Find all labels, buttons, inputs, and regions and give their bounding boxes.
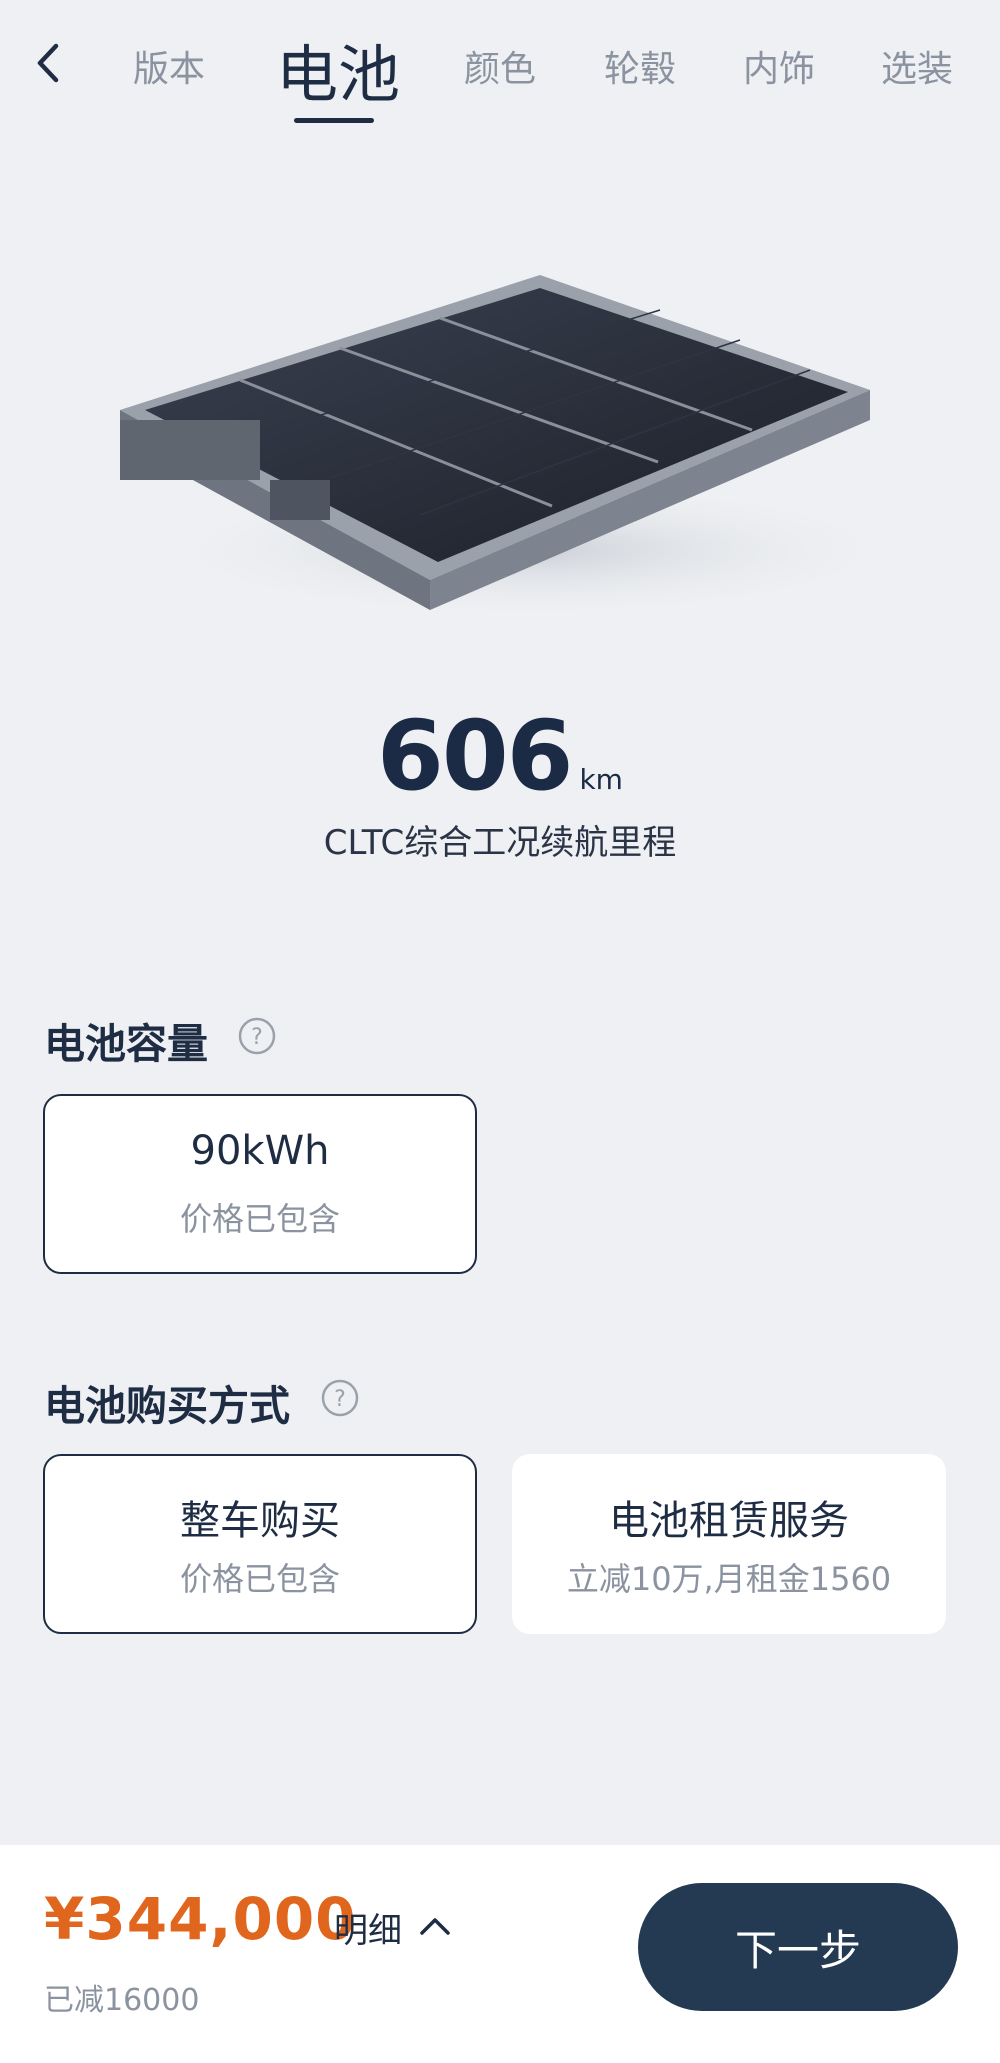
capacity-help-icon[interactable]: ? <box>237 1016 277 1056</box>
chevron-up-icon[interactable] <box>418 1911 452 1941</box>
purchase-option-subtitle: 立减10万,月租金1560 <box>566 1560 892 1598</box>
back-icon[interactable] <box>30 38 70 88</box>
capacity-option-title: 90kWh <box>190 1128 330 1174</box>
capacity-option-subtitle: 价格已包含 <box>179 1200 340 1238</box>
purchase-option-battery-rental[interactable]: 电池租赁服务 立减10万,月租金1560 <box>512 1454 946 1634</box>
purchase-option-title: 整车购买 <box>180 1498 340 1544</box>
battery-pack-image <box>100 240 910 640</box>
discount-text: 已减16000 <box>44 1983 200 2018</box>
tab-interior[interactable]: 内饰 <box>743 40 815 92</box>
tab-options[interactable]: 选装 <box>881 40 953 92</box>
price-detail-link[interactable]: 明细 <box>334 1903 402 1952</box>
svg-text:?: ? <box>334 1387 346 1412</box>
capacity-section-title: 电池容量 <box>44 1020 208 1068</box>
capacity-option-90kwh[interactable]: 90kWh 价格已包含 <box>43 1094 477 1274</box>
tab-color[interactable]: 颜色 <box>464 40 536 92</box>
range-value: 606 <box>377 700 573 812</box>
next-step-button[interactable]: 下一步 <box>638 1883 958 2011</box>
total-price: ¥344,000 <box>44 1885 357 1953</box>
bottom-bar: ¥344,000 明细 已减16000 下一步 <box>0 1845 1000 2063</box>
active-tab-indicator <box>294 118 374 123</box>
range-display: 606 km <box>0 700 1000 812</box>
range-label: CLTC综合工况续航里程 <box>323 823 677 863</box>
svg-text:?: ? <box>251 1025 263 1050</box>
tab-version[interactable]: 版本 <box>133 40 205 92</box>
purchase-option-title: 电池租赁服务 <box>609 1498 849 1544</box>
purchase-section-title: 电池购买方式 <box>44 1382 290 1430</box>
range-unit: km <box>579 763 623 796</box>
top-nav: 版本 电池 颜色 轮毂 内饰 选装 <box>0 0 1000 130</box>
purchase-option-subtitle: 价格已包含 <box>179 1560 340 1598</box>
purchase-help-icon[interactable]: ? <box>320 1378 360 1418</box>
purchase-option-whole-car[interactable]: 整车购买 价格已包含 <box>43 1454 477 1634</box>
tab-wheels[interactable]: 轮毂 <box>604 40 676 92</box>
tab-battery[interactable]: 电池 <box>276 24 400 114</box>
